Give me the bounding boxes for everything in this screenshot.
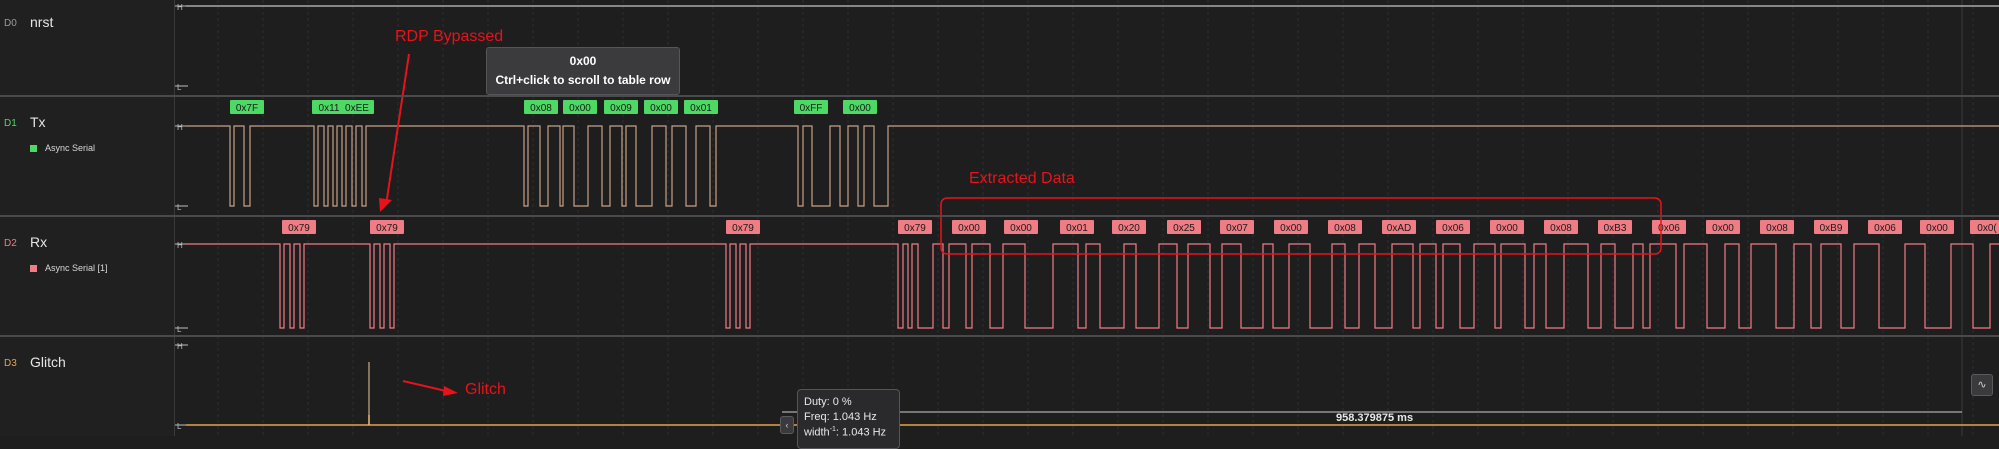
analyzer-color-swatch: [30, 265, 37, 273]
rx-frame-label: 0x25: [1173, 223, 1195, 234]
analyzer-label[interactable]: Async Serial [1]: [30, 263, 108, 273]
tx-frame-label: 0x01: [690, 103, 712, 114]
rx-frame-label: 0x01: [1066, 223, 1088, 234]
analyzer-name: Async Serial [1]: [45, 263, 108, 273]
measurement-width: width-1: 1.043 Hz: [804, 426, 887, 439]
rx-frame-label: 0x08: [1766, 223, 1788, 234]
channel-id: D0: [4, 18, 17, 29]
rx-frame-label: 0x00: [1280, 223, 1302, 234]
tx-frame-label: 0x11: [319, 103, 340, 114]
channel-label-panel: D0 nrst D1 Tx Async Serial D2 Rx Async S…: [0, 0, 175, 436]
rx-frame-label: 0x08: [1550, 223, 1572, 234]
level-label: H: [177, 241, 183, 250]
tx-frame-label: 0x09: [610, 103, 632, 114]
channel-row-d1[interactable]: D1 Tx Async Serial: [0, 96, 174, 216]
tx-frame-label: 0x00: [569, 103, 591, 114]
collapse-icon[interactable]: ‹: [780, 416, 794, 434]
rx-frame-label: 0x00: [1496, 223, 1518, 234]
tx-frame-label: 0xFF: [800, 103, 823, 114]
rx-frame-label: 0x08: [1334, 223, 1356, 234]
analyzer-color-swatch: [30, 145, 37, 153]
rx-frame-label: 0x00: [1926, 223, 1948, 234]
measurement-box: Duty: 0 % Freq: 1.043 Hz width-1: 1.043 …: [797, 389, 900, 449]
level-label: L: [177, 83, 182, 92]
rx-frame-label: 0x00: [958, 223, 980, 234]
rdp-arrow-head: [379, 198, 392, 212]
analyzer-name: Async Serial: [45, 143, 96, 153]
annotation-glitch: Glitch: [465, 381, 506, 398]
tx-trace: [186, 125, 1999, 207]
level-label: H: [177, 342, 183, 351]
annotation-extracted-data: Extracted Data: [969, 170, 1075, 187]
rx-frame-label: 0x79: [288, 223, 310, 234]
measurement-duty: Duty: 0 %: [804, 396, 852, 408]
waveform-area[interactable]: HLHLHLHL0x7F 0x11 0xEE 0x08 0x00 0x09 0x00 0x01…: [0, 0, 1999, 436]
rx-frame-label: 0x00: [1712, 223, 1734, 234]
rx-frame-label: 0x79: [376, 223, 398, 234]
logic-analyzer-window: H L H L H L H L 0x7F 0x11 0xEE 0x08 0x00 0x09 0x00 0x01…: [0, 0, 1999, 449]
rx-frame-label: 0x06: [1442, 223, 1464, 234]
level-label: L: [177, 422, 182, 431]
channel-name: nrst: [30, 14, 54, 30]
channel-row-d2[interactable]: D2 Rx Async Serial [1]: [0, 216, 174, 336]
rx-frame-label: 0x79: [904, 223, 926, 234]
rx-frame-label: 0x00: [1010, 223, 1032, 234]
channel-name: Tx: [30, 114, 46, 130]
channel-row-d0[interactable]: D0 nrst: [0, 0, 174, 96]
rx-frame-label: 0x07: [1226, 223, 1248, 234]
channel-id: D3: [4, 358, 17, 369]
rx-frame-label: 0x0(: [1977, 223, 1997, 234]
channel-name: Glitch: [30, 354, 66, 370]
rx-frame-label: 0x79: [732, 223, 754, 234]
rx-trace: [186, 243, 1999, 329]
rx-frame-label: 0xAD: [1387, 223, 1411, 234]
channel-divider: [0, 215, 1999, 217]
analyzer-label[interactable]: Async Serial: [30, 143, 95, 153]
annotation-rdp-bypassed: RDP Bypassed: [395, 28, 504, 45]
tx-frame-label: 0x00: [849, 103, 871, 114]
level-label: H: [177, 3, 183, 12]
channel-row-d3[interactable]: D3 Glitch: [0, 336, 174, 436]
tx-frame-label: 0xEE: [345, 103, 369, 114]
frame-tooltip: 0x00 Ctrl+click to scroll to table row: [486, 47, 680, 95]
time-readout: 958.379875 ms: [1336, 412, 1414, 424]
glitch-arrow-shaft: [402, 380, 447, 392]
rx-frame-label: 0xB3: [1604, 223, 1627, 234]
tx-frame-label: 0x7F: [236, 103, 258, 114]
channel-id: D1: [4, 118, 17, 129]
channel-divider: [0, 335, 1999, 337]
measurement-freq: Freq: 1.043 Hz: [804, 411, 877, 423]
rx-frame-label: 0x06: [1874, 223, 1896, 234]
fit-icon[interactable]: ∿: [1971, 374, 1993, 396]
level-label: H: [177, 123, 183, 132]
tx-frame-label: 0x08: [530, 103, 552, 114]
level-label: L: [177, 325, 182, 334]
channel-name: Rx: [30, 234, 48, 250]
channel-divider: [0, 95, 1999, 97]
tooltip-hint: Ctrl+click to scroll to table row: [495, 73, 671, 87]
tooltip-value: 0x00: [569, 54, 597, 68]
glitch-arrow-head: [443, 386, 458, 396]
rx-frame-label: 0x20: [1118, 223, 1140, 234]
channel-id: D2: [4, 238, 17, 249]
rx-frame-label: 0xB9: [1820, 223, 1843, 234]
level-label: L: [177, 203, 182, 212]
tx-frame-label: 0x00: [650, 103, 672, 114]
